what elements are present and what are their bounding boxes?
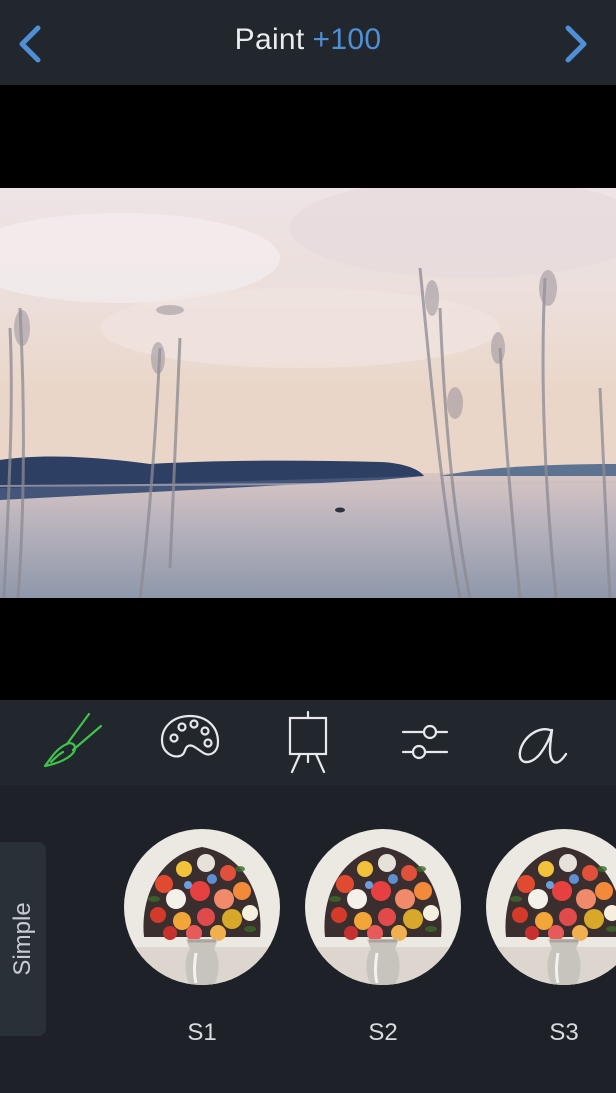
category-tab-label: Simple bbox=[9, 902, 36, 976]
adjust-tool-button[interactable] bbox=[393, 710, 457, 774]
painted-photo bbox=[0, 188, 616, 598]
palette-tool-button[interactable] bbox=[158, 710, 222, 774]
preset-label: S1 bbox=[187, 1019, 217, 1046]
page-title: Paint +100 bbox=[0, 23, 616, 57]
sliders-icon bbox=[401, 724, 449, 760]
category-tab-simple[interactable]: Simple bbox=[0, 842, 46, 1036]
preset-thumbnail bbox=[305, 829, 461, 985]
preset-label: S2 bbox=[368, 1019, 398, 1046]
filter-name: Paint bbox=[234, 23, 305, 56]
top-nav-bar: Paint +100 bbox=[0, 0, 616, 85]
preset-label: S3 bbox=[549, 1019, 579, 1046]
preset-thumbnail bbox=[124, 829, 280, 985]
easel-icon bbox=[288, 710, 328, 774]
filter-strength-value: +100 bbox=[312, 23, 382, 56]
preset-thumbnail bbox=[486, 829, 616, 985]
forward-button[interactable] bbox=[554, 22, 594, 66]
preset-item-s2[interactable]: S2 bbox=[305, 829, 461, 1047]
chevron-right-icon bbox=[565, 25, 587, 63]
brush-icon bbox=[43, 712, 103, 768]
preset-item-s1[interactable]: S1 bbox=[124, 829, 280, 1047]
canvas-tool-button[interactable] bbox=[276, 710, 340, 774]
preset-item-s3[interactable]: S3 bbox=[486, 829, 616, 1047]
preset-panel: Simple S1 S2 S3 bbox=[0, 785, 616, 1093]
text-tool-button[interactable] bbox=[510, 710, 574, 774]
font-icon bbox=[518, 728, 568, 764]
photo-canvas[interactable] bbox=[0, 85, 616, 700]
palette-icon bbox=[160, 714, 220, 758]
tool-bar bbox=[0, 700, 616, 785]
brush-tool-button[interactable] bbox=[41, 710, 105, 774]
